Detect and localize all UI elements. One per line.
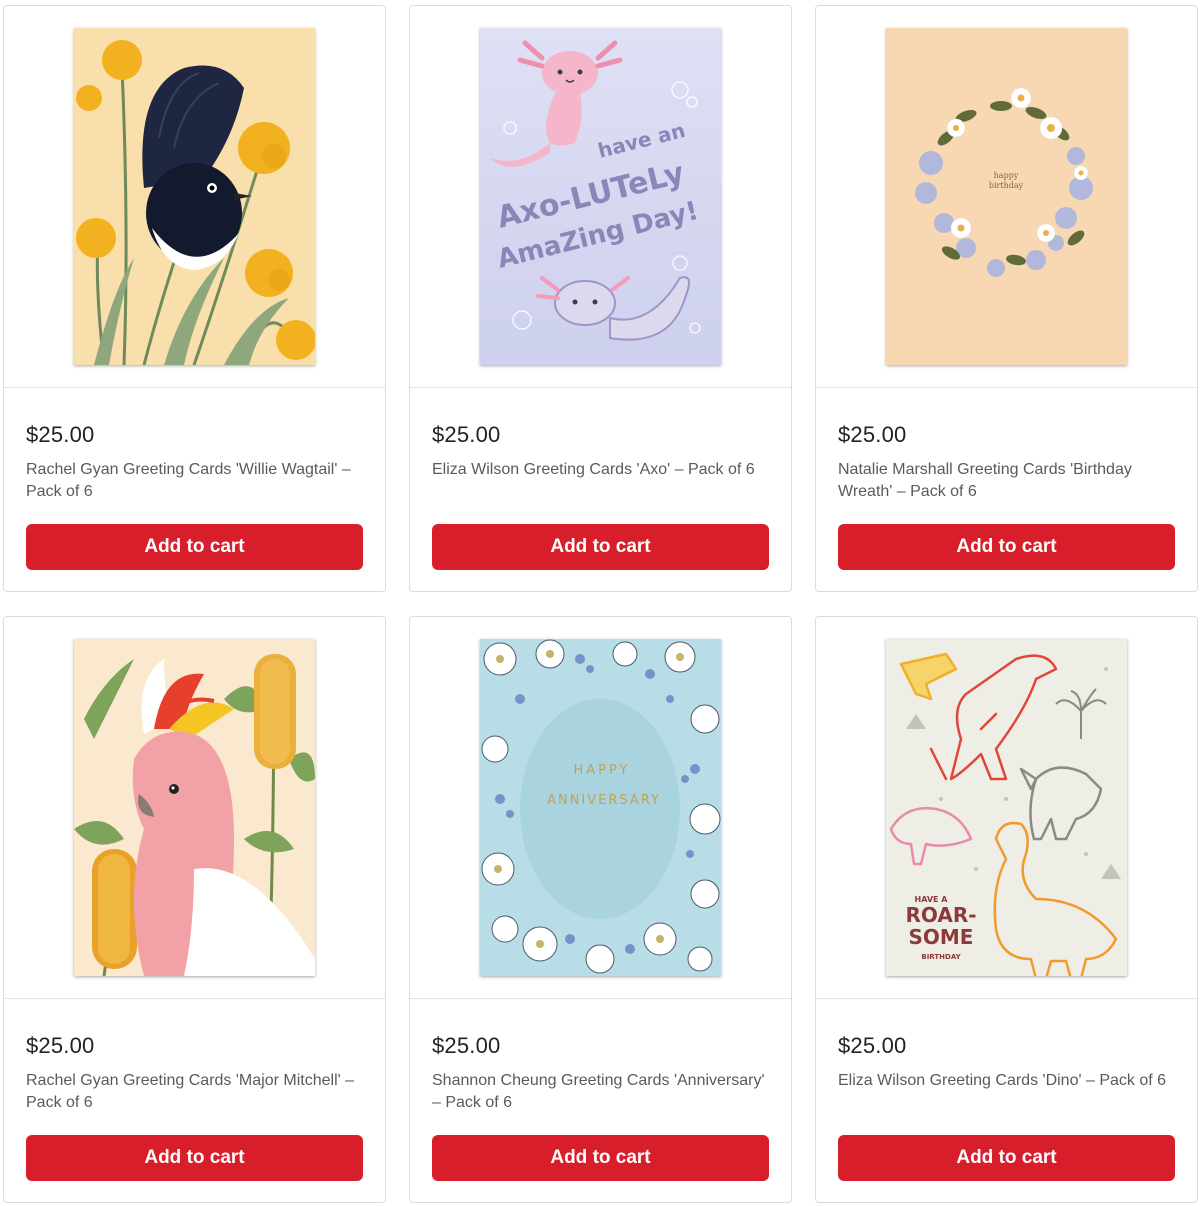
product-grid: $25.00 Rachel Gyan Greeting Cards 'Willi… — [0, 0, 1200, 1206]
product-image-area[interactable]: happy birthday — [816, 6, 1197, 388]
product-title-link[interactable]: Natalie Marshall Greeting Cards 'Birthda… — [838, 459, 1180, 503]
add-to-cart-button[interactable]: Add to cart — [26, 1135, 363, 1181]
axolotl-illustration: have an Axo-LUTeLy AmaZing Day! — [480, 28, 721, 365]
willie-wagtail-illustration — [74, 28, 315, 365]
product-image-area[interactable]: have an Axo-LUTeLy AmaZing Day! — [410, 6, 791, 388]
product-price: $25.00 — [26, 422, 95, 447]
cockatoo-illustration — [74, 639, 315, 976]
wreath-text-birthday: birthday — [989, 181, 1024, 190]
product-title-link[interactable]: Rachel Gyan Greeting Cards 'Major Mitche… — [26, 1070, 368, 1114]
product-card[interactable]: HAVE A ROAR- SOME BIRTHDAY $25.00 Eliza … — [815, 616, 1198, 1203]
willie-wagtail-card-art[interactable] — [74, 28, 315, 365]
anniversary-text-happy: HAPPY — [573, 763, 630, 778]
product-image-area[interactable] — [4, 617, 385, 999]
wreath-illustration: happy birthday — [886, 28, 1127, 365]
product-card[interactable]: happy birthday $25.00 Natalie Marshall G… — [815, 5, 1198, 592]
product-price: $25.00 — [26, 1033, 95, 1058]
dinosaur-card-art[interactable]: HAVE A ROAR- SOME BIRTHDAY — [886, 639, 1127, 976]
product-card[interactable]: HAPPY ANNIVERSARY $25.00 Shannon Cheung … — [409, 616, 792, 1203]
add-to-cart-button[interactable]: Add to cart — [432, 524, 769, 570]
add-to-cart-button[interactable]: Add to cart — [838, 524, 1175, 570]
dino-text-some: SOME — [909, 925, 974, 949]
product-title-link[interactable]: Eliza Wilson Greeting Cards 'Dino' – Pac… — [838, 1070, 1180, 1092]
dinosaur-illustration: HAVE A ROAR- SOME BIRTHDAY — [886, 639, 1127, 976]
flower-frame-illustration: HAPPY ANNIVERSARY — [480, 639, 721, 976]
dino-text-roar: ROAR- — [905, 903, 976, 927]
product-image-area[interactable]: HAVE A ROAR- SOME BIRTHDAY — [816, 617, 1197, 999]
product-title-link[interactable]: Shannon Cheung Greeting Cards 'Anniversa… — [432, 1070, 774, 1114]
axolotl-card-art[interactable]: have an Axo-LUTeLy AmaZing Day! — [480, 28, 721, 365]
product-price: $25.00 — [432, 1033, 501, 1058]
wreath-text-happy: happy — [994, 171, 1019, 180]
product-card[interactable]: $25.00 Rachel Gyan Greeting Cards 'Major… — [3, 616, 386, 1203]
dino-text-birthday: BIRTHDAY — [921, 953, 961, 961]
add-to-cart-button[interactable]: Add to cart — [838, 1135, 1175, 1181]
anniversary-flowers-card-art[interactable]: HAPPY ANNIVERSARY — [480, 639, 721, 976]
product-title-link[interactable]: Eliza Wilson Greeting Cards 'Axo' – Pack… — [432, 459, 774, 481]
major-mitchell-cockatoo-card-art[interactable] — [74, 639, 315, 976]
anniversary-text-anniversary: ANNIVERSARY — [547, 793, 661, 808]
product-title-link[interactable]: Rachel Gyan Greeting Cards 'Willie Wagta… — [26, 459, 368, 503]
product-price: $25.00 — [432, 422, 501, 447]
product-image-area[interactable]: HAPPY ANNIVERSARY — [410, 617, 791, 999]
product-card[interactable]: $25.00 Rachel Gyan Greeting Cards 'Willi… — [3, 5, 386, 592]
product-card[interactable]: have an Axo-LUTeLy AmaZing Day! $25.00 E… — [409, 5, 792, 592]
product-price: $25.00 — [838, 422, 907, 447]
product-image-area[interactable] — [4, 6, 385, 388]
product-price: $25.00 — [838, 1033, 907, 1058]
add-to-cart-button[interactable]: Add to cart — [432, 1135, 769, 1181]
add-to-cart-button[interactable]: Add to cart — [26, 524, 363, 570]
birthday-wreath-card-art[interactable]: happy birthday — [886, 28, 1127, 365]
